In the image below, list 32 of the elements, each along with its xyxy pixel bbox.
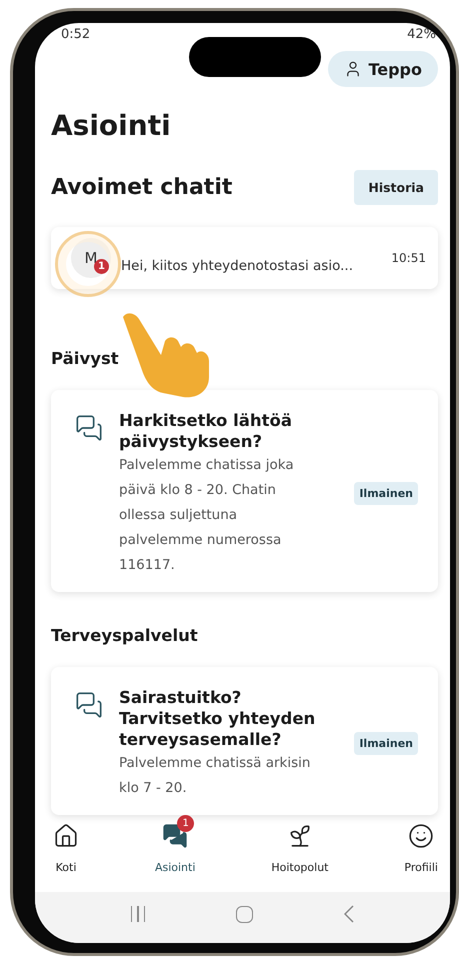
section-heading: Päivyst bbox=[51, 348, 120, 368]
back-icon[interactable] bbox=[344, 905, 354, 924]
nav-tab[interactable]: 1 Asiointi bbox=[142, 814, 208, 874]
section-heading: Terveyspalvelut bbox=[51, 626, 199, 645]
nav-tab[interactable]: Koti bbox=[41, 814, 91, 874]
service-title: Harkitsetko lähtöä päivystykseen? bbox=[119, 410, 294, 453]
battery-level: 42% bbox=[407, 27, 436, 44]
service-title: Sairastuitko? Tarvitsetko yhteyden terveysasemalle? bbox=[119, 686, 316, 751]
price-tag: Ilmainen bbox=[354, 482, 418, 506]
message-time: 10:51 bbox=[391, 251, 426, 266]
home-key-icon[interactable] bbox=[236, 906, 254, 923]
unread-badge: 1 bbox=[94, 258, 109, 274]
chat-icon bbox=[75, 414, 103, 442]
account-button[interactable]: Teppo bbox=[328, 51, 438, 88]
notification-badge: 1 bbox=[177, 814, 194, 832]
status-time: 0:52 bbox=[61, 27, 90, 44]
nav-tab[interactable]: Profiili bbox=[392, 814, 450, 874]
message-preview: Hei, kiitos yhteydenotostasi asio... bbox=[121, 258, 354, 274]
price-tag: Ilmainen bbox=[354, 732, 418, 756]
recent-apps-icon[interactable] bbox=[130, 906, 146, 922]
page-title: Asiointi bbox=[51, 109, 172, 142]
tap-ring-icon bbox=[55, 231, 121, 297]
service-description: Palvelemme chatissa joka päivä klo 8 - 20. Chatin ollessa suljettuna palvelemme numerossa 116117. bbox=[119, 456, 295, 575]
chat-icon bbox=[75, 690, 103, 719]
service-card[interactable]: Sairastuitko? Tarvitsetko yhteyden terveysasemalle? Palvelemme chatissä arkisin klo 7 - 20. Ilmainen bbox=[51, 666, 438, 815]
service-card[interactable]: Harkitsetko lähtöä päivystykseen? Palvelemme chatissa joka päivä klo 8 - 20. Chatin ollessa suljettuna palvelemme numerossa 116117. Ilmainen bbox=[51, 390, 438, 592]
smile-icon bbox=[408, 822, 434, 849]
service-description: Palvelemme chatissä arkisin klo 7 - 20. bbox=[119, 754, 312, 798]
history-button[interactable]: Historia bbox=[354, 170, 438, 206]
section-heading: Avoimet chatit bbox=[51, 175, 232, 200]
home-icon bbox=[53, 822, 79, 849]
nav-tab[interactable]: Hoitopolut bbox=[259, 814, 340, 874]
